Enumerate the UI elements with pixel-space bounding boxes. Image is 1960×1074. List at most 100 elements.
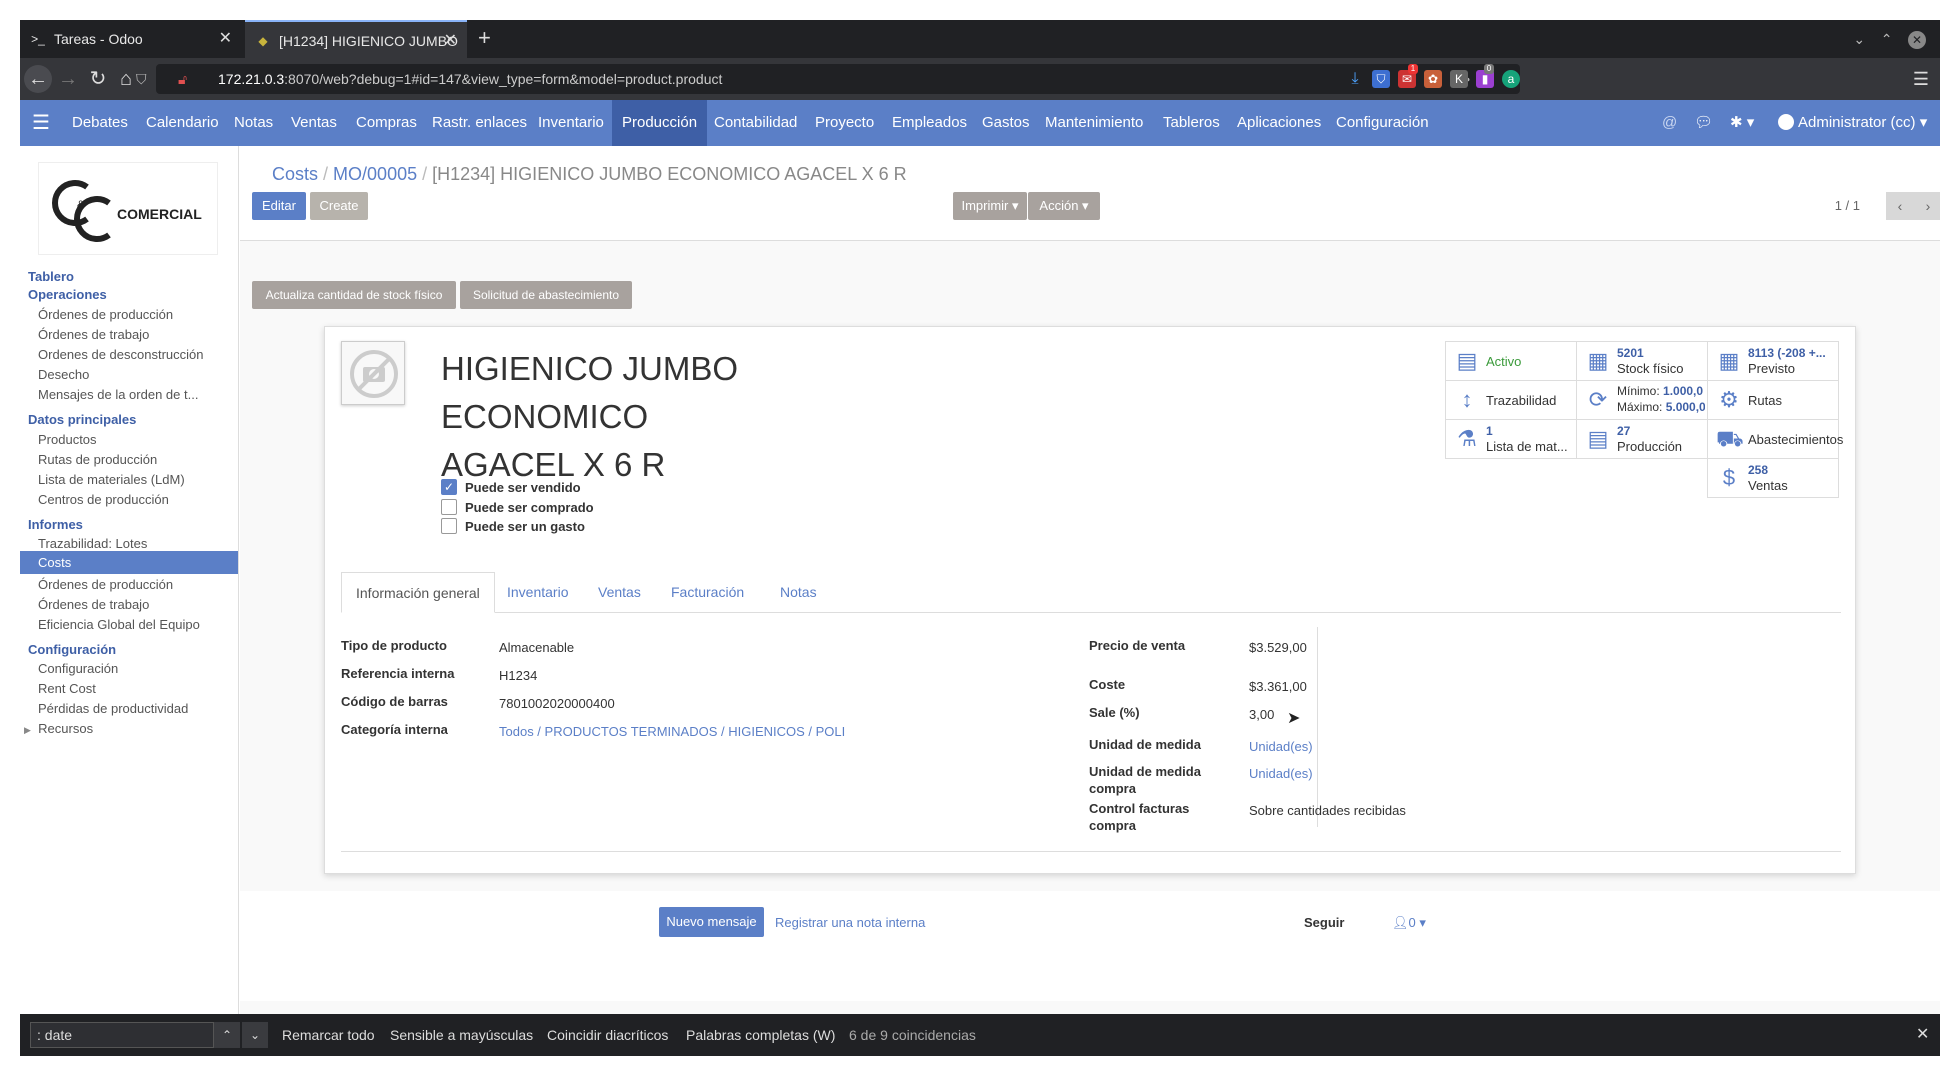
at-mention-icon[interactable]: @ (1662, 100, 1677, 146)
sidebar-item-productos[interactable]: Productos (38, 432, 97, 447)
sidebar-tablero[interactable]: Tablero (28, 269, 74, 284)
menu-rastr-enlaces[interactable]: Rastr. enlaces (432, 100, 527, 146)
match-case-toggle[interactable]: Sensible a mayúsculas (390, 1014, 533, 1056)
product-name[interactable]: HIGIENICO JUMBO ECONOMICO AGACEL X 6 R (441, 345, 781, 489)
print-dropdown[interactable]: Imprimir ▾ (953, 192, 1027, 220)
tab-inventario[interactable]: Inventario (493, 572, 582, 613)
tab-ventas[interactable]: Ventas (584, 572, 655, 613)
reordering-rules-button[interactable]: ⟳ Mínimo: 1.000,0 Máximo: 5.000,0 (1576, 380, 1708, 420)
hamburger-menu-icon[interactable]: ☰ (1912, 70, 1930, 88)
user-menu[interactable]: Administrator (cc) ▾ (1778, 100, 1927, 146)
uom-po-link[interactable]: Unidad(es) (1249, 766, 1313, 781)
internal-ref-value[interactable]: H1234 (499, 668, 537, 683)
sidebar-item-ordenes-trabajo-inf[interactable]: Órdenes de trabajo (38, 597, 149, 612)
extension-icon[interactable]: ✿ (1424, 70, 1442, 88)
bitwarden-icon[interactable]: ⛉ (1372, 70, 1390, 88)
sidebar-item-configuracion[interactable]: Configuración (38, 661, 118, 676)
sidebar-item-desconstruccion[interactable]: Ordenes de desconstrucción (38, 347, 203, 362)
menu-empleados[interactable]: Empleados (892, 100, 967, 146)
find-input[interactable]: : date (30, 1022, 214, 1048)
traceability-button[interactable]: ↕ Trazabilidad (1445, 380, 1577, 420)
tab-tareas[interactable]: >_ Tareas - Odoo ✕ (20, 20, 242, 58)
sale-ok-checkbox[interactable]: ✓ (441, 479, 457, 495)
close-window-icon[interactable]: ✕ (1908, 31, 1926, 49)
invoice-control-value[interactable]: Sobre cantidades recibidas (1249, 803, 1406, 818)
menu-aplicaciones[interactable]: Aplicaciones (1237, 100, 1321, 146)
pager-next-icon[interactable]: › (1914, 192, 1940, 220)
find-next-icon[interactable]: ⌄ (242, 1022, 268, 1048)
sidebar-item-recursos[interactable]: ▶ Recursos (24, 721, 93, 736)
tab-informacion-general[interactable]: Información general (341, 572, 495, 613)
menu-gastos[interactable]: Gastos (982, 100, 1030, 146)
download-icon[interactable]: ⤓ (1346, 70, 1364, 88)
tab-notas[interactable]: Notas (766, 572, 831, 613)
tab-facturacion[interactable]: Facturación (657, 572, 758, 613)
follow-button[interactable]: Seguir (1304, 915, 1344, 930)
pager-prev-icon[interactable]: ‹ (1886, 192, 1914, 220)
forward-icon[interactable]: → (54, 65, 82, 93)
menu-tableros[interactable]: Tableros (1163, 100, 1220, 146)
sidebar-item-eficiencia[interactable]: Eficiencia Global del Equipo (38, 617, 200, 632)
sidebar-item-centros[interactable]: Centros de producción (38, 492, 169, 507)
highlight-all-toggle[interactable]: Remarcar todo (282, 1014, 375, 1056)
stock-button[interactable]: ▦ 5201 Stock físico (1576, 341, 1708, 381)
debug-bug-icon[interactable]: ✱ ▾ (1730, 100, 1754, 146)
sidebar-item-rent-cost[interactable]: Rent Cost (38, 681, 96, 696)
minimize-icon[interactable]: ⌃ (1881, 31, 1893, 47)
sidebar-item-trazabilidad[interactable]: Trazabilidad: Lotes (38, 536, 147, 551)
action-dropdown[interactable]: Acción ▾ (1028, 192, 1100, 220)
match-diacritics-toggle[interactable]: Coincidir diacríticos (547, 1014, 668, 1056)
menu-compras[interactable]: Compras (356, 100, 417, 146)
followers-dropdown[interactable]: 👤︎0 ▾ (1392, 915, 1426, 931)
sale-percent-value[interactable]: 3,00 (1249, 707, 1274, 722)
close-tab-icon[interactable]: ✕ (219, 20, 232, 58)
find-previous-icon[interactable]: ⌃ (214, 1022, 240, 1048)
purchase-ok-checkbox[interactable] (441, 499, 457, 515)
close-find-bar-icon[interactable]: ✕ (1916, 1014, 1929, 1056)
tab-product[interactable]: ◆ [H1234] HIGIENICO JUMBO ✕ (245, 20, 467, 58)
url-bar[interactable]: ⛉ 🔓︎ 172.21.0.3:8070/web?debug=1#id=147&… (136, 64, 1520, 94)
cost-value[interactable]: $3.361,00 (1249, 679, 1307, 694)
new-tab-button[interactable]: + (478, 20, 491, 58)
active-button[interactable]: ▤ Activo (1445, 341, 1577, 381)
uom-link[interactable]: Unidad(es) (1249, 739, 1313, 754)
new-message-button[interactable]: Nuevo mensaje (659, 907, 764, 937)
sales-button[interactable]: $ 258 Ventas (1707, 458, 1839, 498)
sidebar-item-ldm[interactable]: Lista de materiales (LdM) (38, 472, 185, 487)
expense-ok-checkbox[interactable] (441, 518, 457, 534)
extension-icon[interactable]: a (1502, 70, 1520, 88)
menu-mantenimiento[interactable]: Mantenimiento (1045, 100, 1143, 146)
update-stock-button[interactable]: Actualiza cantidad de stock físico (252, 281, 456, 309)
sale-price-value[interactable]: $3.529,00 (1249, 640, 1307, 655)
sidebar-item-ordenes-trabajo[interactable]: Órdenes de trabajo (38, 327, 149, 342)
sidebar-item-desecho[interactable]: Desecho (38, 367, 89, 382)
sidebar-item-costs[interactable]: Costs (20, 551, 238, 574)
sidebar-item-ordenes-produccion-inf[interactable]: Órdenes de producción (38, 577, 173, 592)
barcode-value[interactable]: 7801002020000400 (499, 696, 615, 711)
product-image[interactable] (341, 341, 405, 405)
edit-button[interactable]: Editar (252, 192, 306, 220)
forecast-button[interactable]: ▦ 8113 (-208 +... Previsto (1707, 341, 1839, 381)
product-type-value[interactable]: Almacenable (499, 640, 574, 655)
menu-inventario[interactable]: Inventario (538, 100, 604, 146)
menu-proyecto[interactable]: Proyecto (815, 100, 874, 146)
shield-icon[interactable]: ⛉ (136, 64, 147, 94)
menu-configuracion[interactable]: Configuración (1336, 100, 1429, 146)
chat-icon[interactable]: 💬︎ (1694, 100, 1713, 146)
bom-button[interactable]: ⚗ 1 Lista de mat... (1445, 419, 1577, 459)
routes-button[interactable]: ⚙ Rutas (1707, 380, 1839, 420)
breadcrumb-costs[interactable]: Costs (272, 164, 318, 184)
menu-ventas[interactable]: Ventas (291, 100, 337, 146)
replenish-button[interactable]: Solicitud de abastecimiento (460, 281, 632, 309)
whole-words-toggle[interactable]: Palabras completas (W) (686, 1014, 835, 1056)
menu-calendario[interactable]: Calendario (146, 100, 219, 146)
sidebar-item-ordenes-produccion[interactable]: Órdenes de producción (38, 307, 173, 322)
back-icon[interactable]: ← (24, 65, 52, 93)
menu-produccion[interactable]: Producción (612, 100, 708, 146)
extension-icon[interactable]: K (1450, 70, 1468, 88)
reload-icon[interactable]: ↻ (84, 65, 112, 93)
menu-debates[interactable]: Debates (72, 100, 128, 146)
close-tab-icon[interactable]: ✕ (444, 22, 457, 60)
sidebar-item-rutas[interactable]: Rutas de producción (38, 452, 157, 467)
pager-value[interactable]: 1 / 1 (1835, 192, 1860, 220)
